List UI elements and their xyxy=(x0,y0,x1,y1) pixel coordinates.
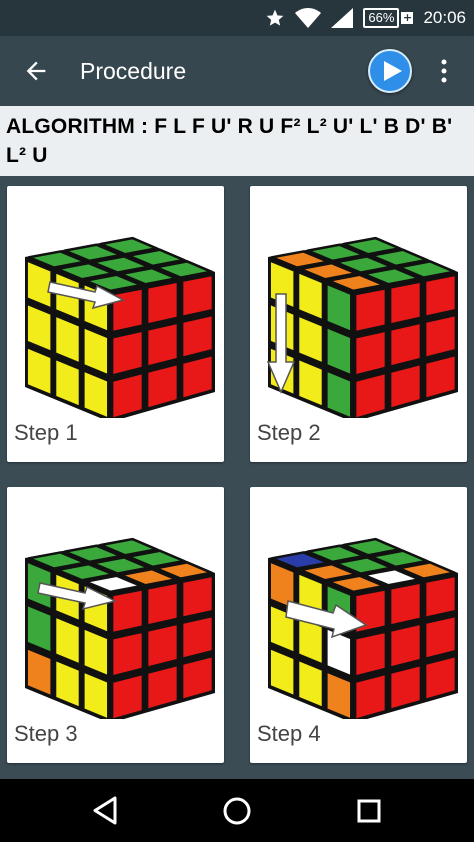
app-toolbar: Procedure xyxy=(0,36,474,106)
play-icon xyxy=(384,61,402,81)
cube-image xyxy=(268,537,458,719)
signal-icon xyxy=(331,8,354,28)
step-card-1[interactable]: Step 1 xyxy=(7,186,224,462)
battery-icon: 66% + xyxy=(363,8,414,28)
back-triangle-icon[interactable] xyxy=(75,779,135,842)
step-card-3[interactable]: Step 3 xyxy=(7,487,224,763)
step-label: Step 3 xyxy=(14,721,78,746)
clock: 20:06 xyxy=(423,8,466,27)
navigation-bar xyxy=(0,779,474,842)
step-card-4[interactable]: Step 4 xyxy=(250,487,467,763)
step-label: Step 1 xyxy=(14,420,78,445)
page-title: Procedure xyxy=(80,58,187,84)
more-vert-icon[interactable] xyxy=(436,56,452,86)
cube-image xyxy=(25,236,215,418)
play-button[interactable] xyxy=(368,49,412,93)
status-bar: 66% + 20:06 xyxy=(0,0,474,36)
step-label: Step 2 xyxy=(257,420,321,445)
cube-image xyxy=(25,537,215,719)
algorithm-text: ALGORITHM : F L F U' R U F² L² U' L' B D… xyxy=(0,106,474,176)
recents-icon[interactable] xyxy=(339,779,399,842)
star-icon xyxy=(267,9,284,26)
step-label: Step 4 xyxy=(257,721,321,746)
home-icon[interactable] xyxy=(207,779,267,842)
arrow-back-icon[interactable] xyxy=(22,57,50,85)
charging-icon: + xyxy=(401,11,414,24)
battery-percent: 66% xyxy=(363,8,400,28)
cube-image xyxy=(266,236,458,418)
wifi-icon xyxy=(295,8,322,28)
step-card-2[interactable]: Step 2 xyxy=(250,186,467,462)
